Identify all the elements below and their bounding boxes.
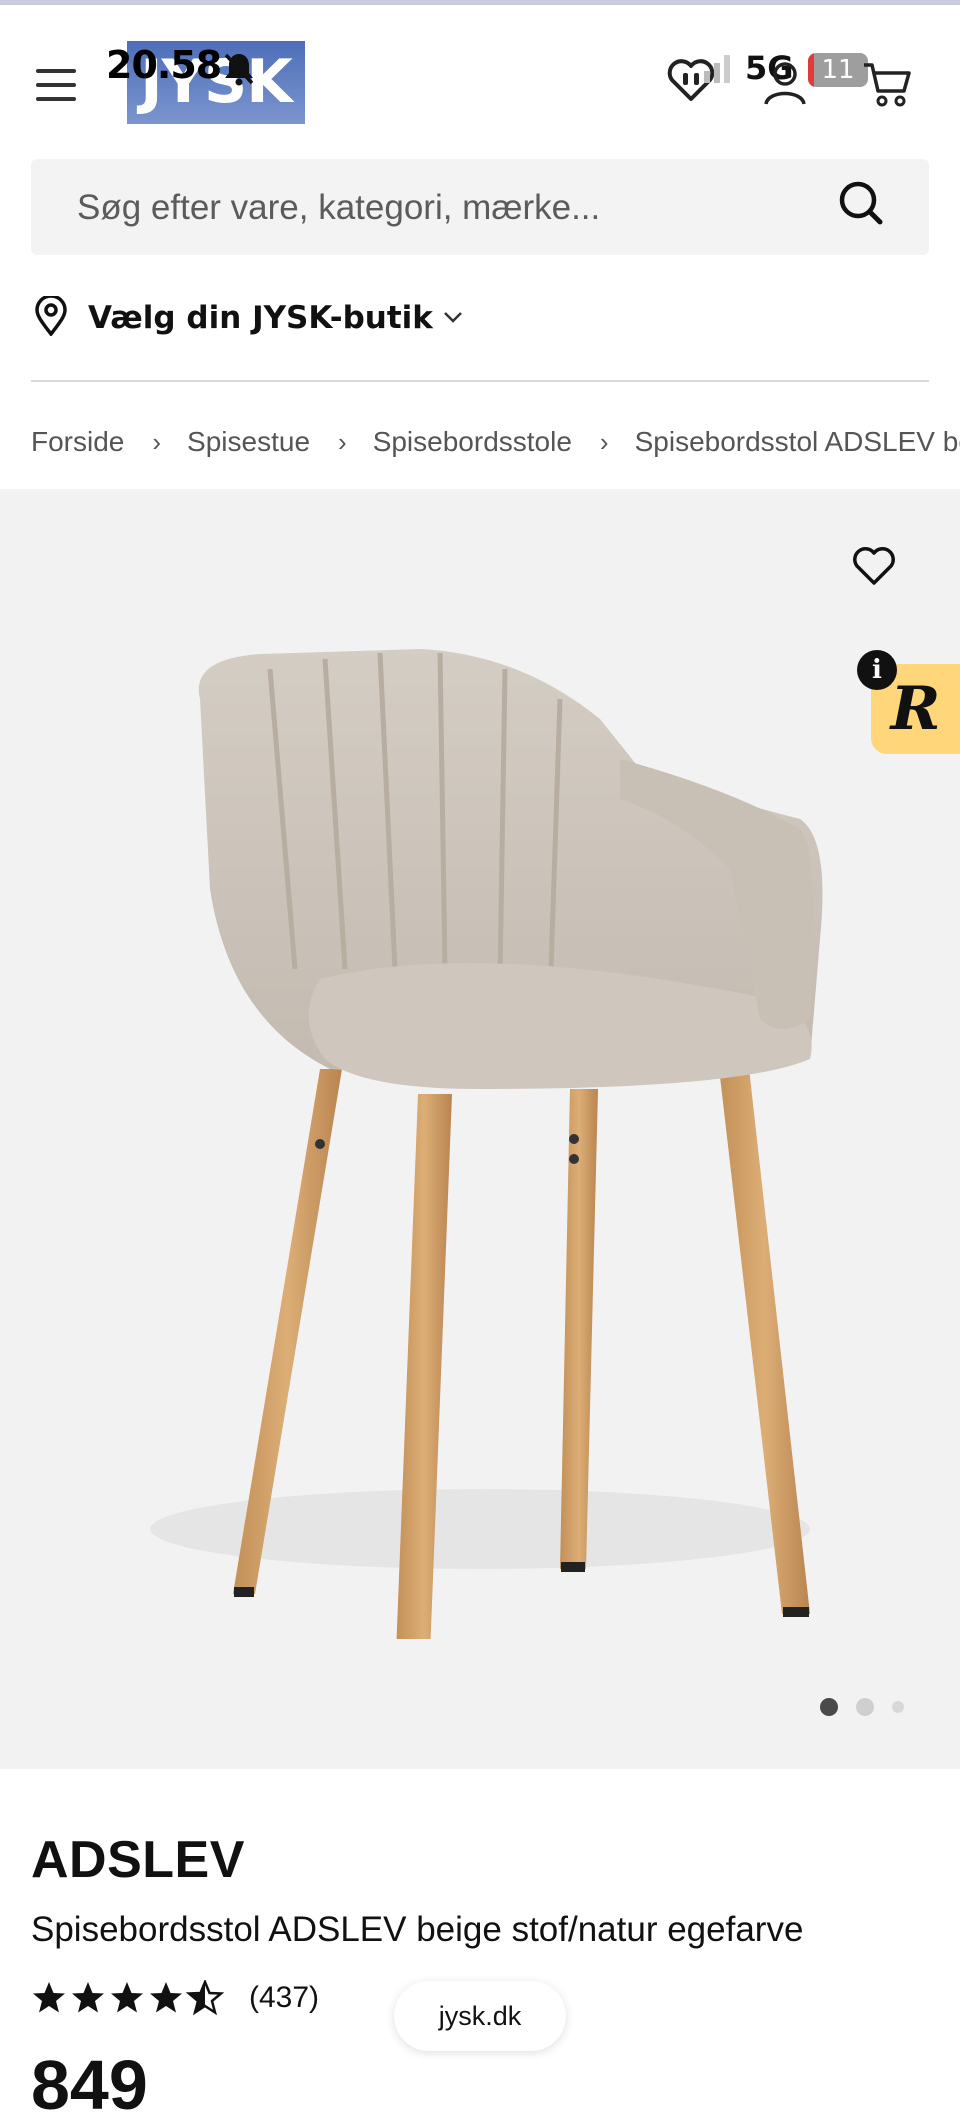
- gallery-dot-3[interactable]: [892, 1701, 904, 1713]
- site-header: JYSK 20.58 5G 11: [0, 5, 960, 155]
- star-rating-icon: [33, 1980, 225, 2016]
- breadcrumb-item-forside[interactable]: Forside: [31, 426, 124, 458]
- info-icon[interactable]: i: [857, 650, 897, 690]
- product-brand: ADSLEV: [31, 1831, 245, 1889]
- gallery-pagination: [820, 1698, 922, 1716]
- review-count[interactable]: (437): [249, 1981, 319, 2015]
- breadcrumb-item-current: Spisebordsstol ADSLEV be: [634, 426, 960, 457]
- breadcrumb-item-spisebordsstole[interactable]: Spisebordsstole: [373, 426, 572, 458]
- breadcrumb: Forside › Spisestue › Spisebordsstole › …: [31, 418, 960, 466]
- product-price: 849: [31, 2046, 148, 2124]
- product-image-gallery[interactable]: R i: [0, 489, 960, 1769]
- hamburger-menu-icon[interactable]: [36, 67, 78, 103]
- shopping-cart-icon[interactable]: [862, 61, 912, 111]
- product-chair-image: [150, 649, 823, 1639]
- chevron-right-icon: ›: [152, 426, 162, 457]
- gallery-dot-2[interactable]: [856, 1698, 874, 1716]
- battery-level: 11: [808, 53, 868, 87]
- search-input[interactable]: [75, 159, 839, 257]
- gallery-dot-1[interactable]: [820, 1698, 838, 1716]
- search-icon[interactable]: [837, 179, 885, 235]
- product-rating[interactable]: (437): [31, 1980, 319, 2016]
- chevron-right-icon: ›: [338, 426, 347, 457]
- store-picker[interactable]: Vælg din JYSK-butik: [34, 294, 463, 342]
- location-pin-icon: [34, 294, 68, 340]
- breadcrumb-item-spisestue[interactable]: Spisestue: [187, 426, 310, 458]
- chevron-right-icon: ›: [599, 426, 609, 457]
- user-account-icon[interactable]: [762, 60, 808, 110]
- add-to-wishlist-heart-icon[interactable]: [852, 547, 896, 591]
- divider: [31, 380, 929, 382]
- signal-bars-icon: [702, 53, 732, 89]
- product-name: Spisebordsstol ADSLEV beige stof/natur e…: [31, 1910, 804, 1949]
- chevron-down-icon: [443, 309, 463, 328]
- browser-url-pill[interactable]: jysk.dk: [394, 1981, 566, 2051]
- status-time: 20.58: [106, 43, 222, 87]
- search-bar: [31, 159, 929, 257]
- store-picker-label: Vælg din JYSK-butik: [88, 300, 433, 336]
- bell-muted-icon: [222, 51, 256, 91]
